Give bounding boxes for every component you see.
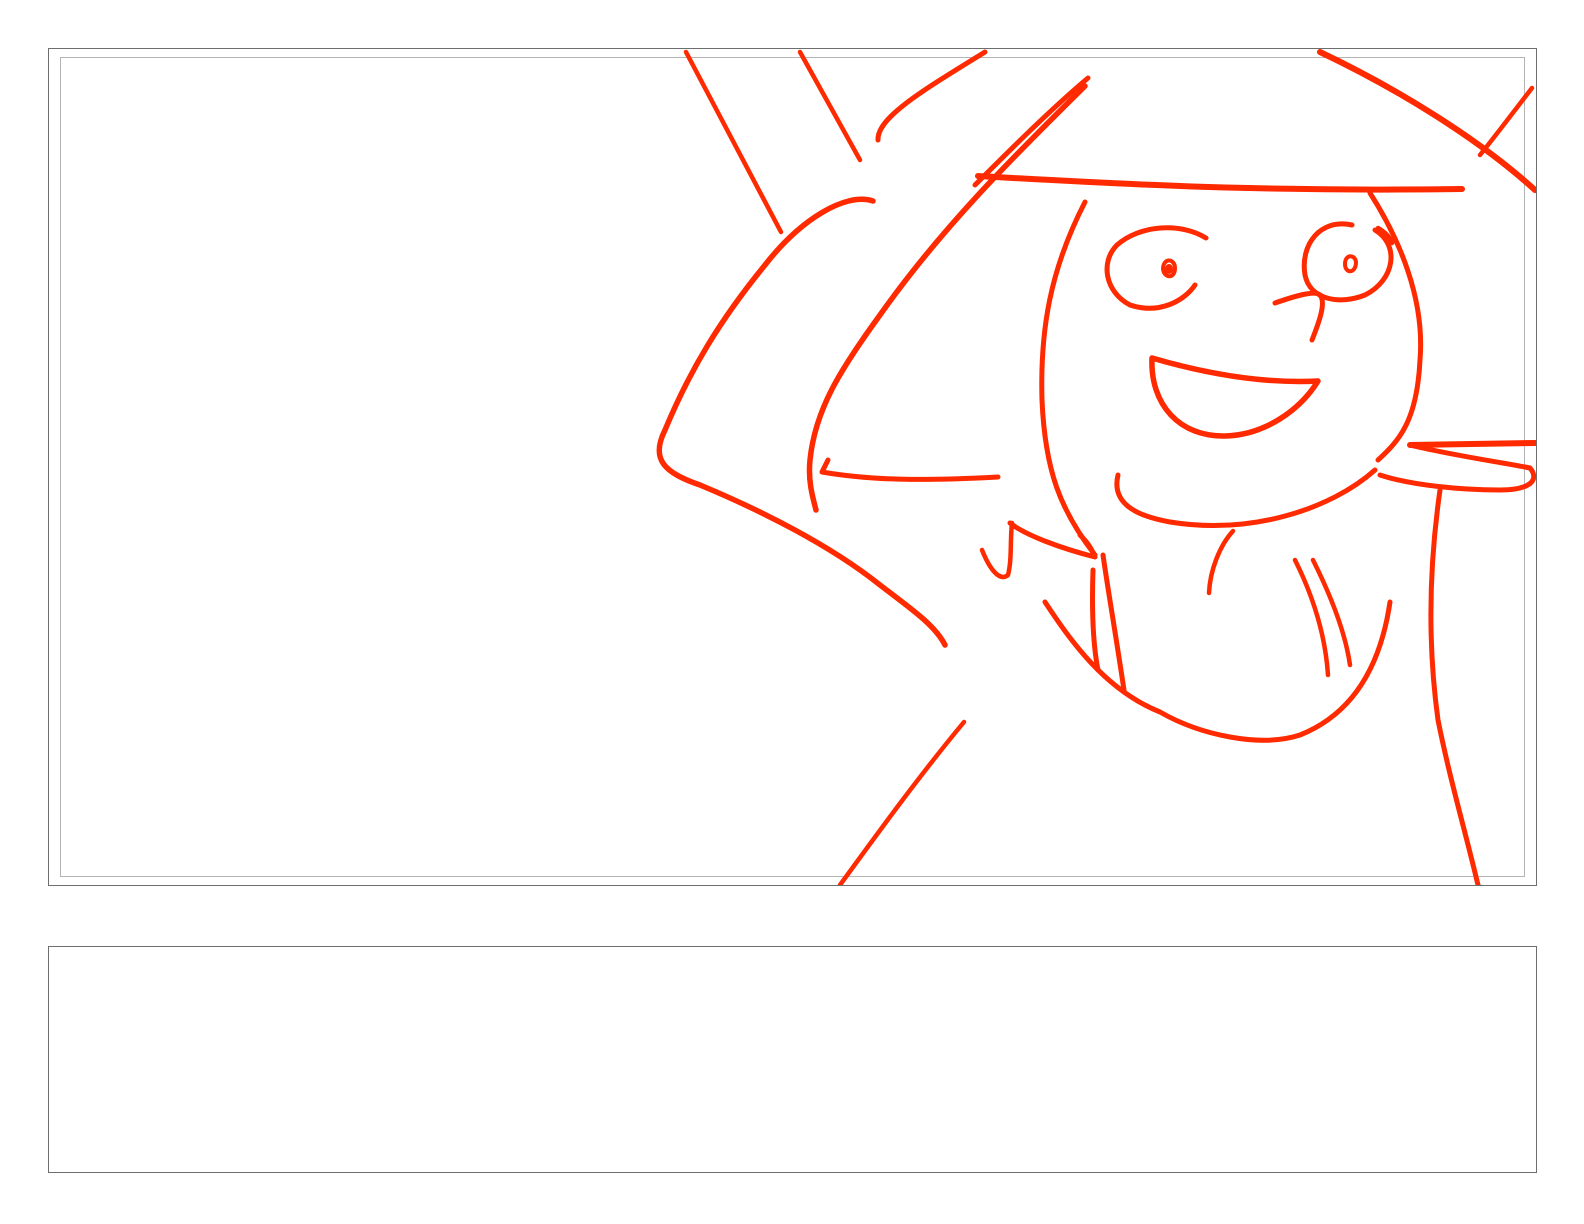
panel-notes-box[interactable]	[48, 946, 1537, 1173]
safe-area-guide	[60, 57, 1525, 877]
storyboard-panel-frame	[48, 48, 1537, 886]
